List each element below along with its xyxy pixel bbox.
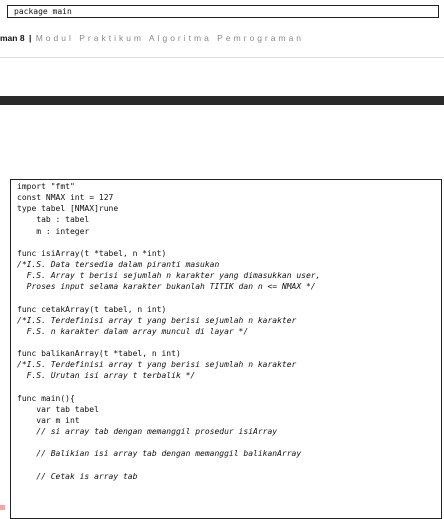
page-break-band [0,96,444,105]
margin-marker [0,505,5,510]
code-line: /*I.S. Data tersedia dalam piranti masuk… [17,259,220,269]
page-header: man 8 | Modul Praktikum Algoritma Pemrog… [0,32,304,46]
code-line: m : integer [17,226,90,236]
header-divider [0,57,444,58]
code-line: Proses input selama karakter bukanlah TI… [17,282,316,292]
code-snippet-top: package main [7,5,439,18]
code-line: func balikanArray(t *tabel, n int) [17,349,181,359]
code-line: F.S. Array t berisi sejumlah n karakter … [17,271,321,281]
code-line: F.S. Urutan isi array t terbalik */ [17,371,196,381]
book-title: Modul Praktikum Algoritma Pemrograman [35,33,305,43]
header-separator: | [28,33,32,43]
code-line: import "fmt" [17,182,75,191]
code-line: var m int [17,415,80,425]
code-line: F.S. n karakter dalam array muncul di la… [17,326,249,336]
code-line: // Cetak is array tab [17,471,138,481]
code-line: const NMAX int = 127 [17,193,114,203]
code-line: func isiArray(t *tabel, n *int) [17,248,167,258]
code-line: tab : tabel [17,215,90,225]
code-line: // si array tab dengan memanggil prosedu… [17,427,278,437]
page-number: man 8 [0,33,25,43]
code-line: func cetakArray(t tabel, n int) [17,304,167,314]
code-line: /*I.S. Terdefinisi array t yang berisi s… [17,360,297,370]
code-listing: import "fmt" const NMAX int = 127 type tab… [10,179,442,519]
code-line: type tabel [NMAX]rune [17,204,119,214]
code-line: /*I.S. Terdefinisi array t yang berisi s… [17,315,297,325]
code-line: // Balikian isi array tab dengan memangg… [17,449,302,459]
code-line: func main(){ [17,393,75,403]
code-line: package main [14,7,72,16]
code-line: var tab tabel [17,404,99,414]
